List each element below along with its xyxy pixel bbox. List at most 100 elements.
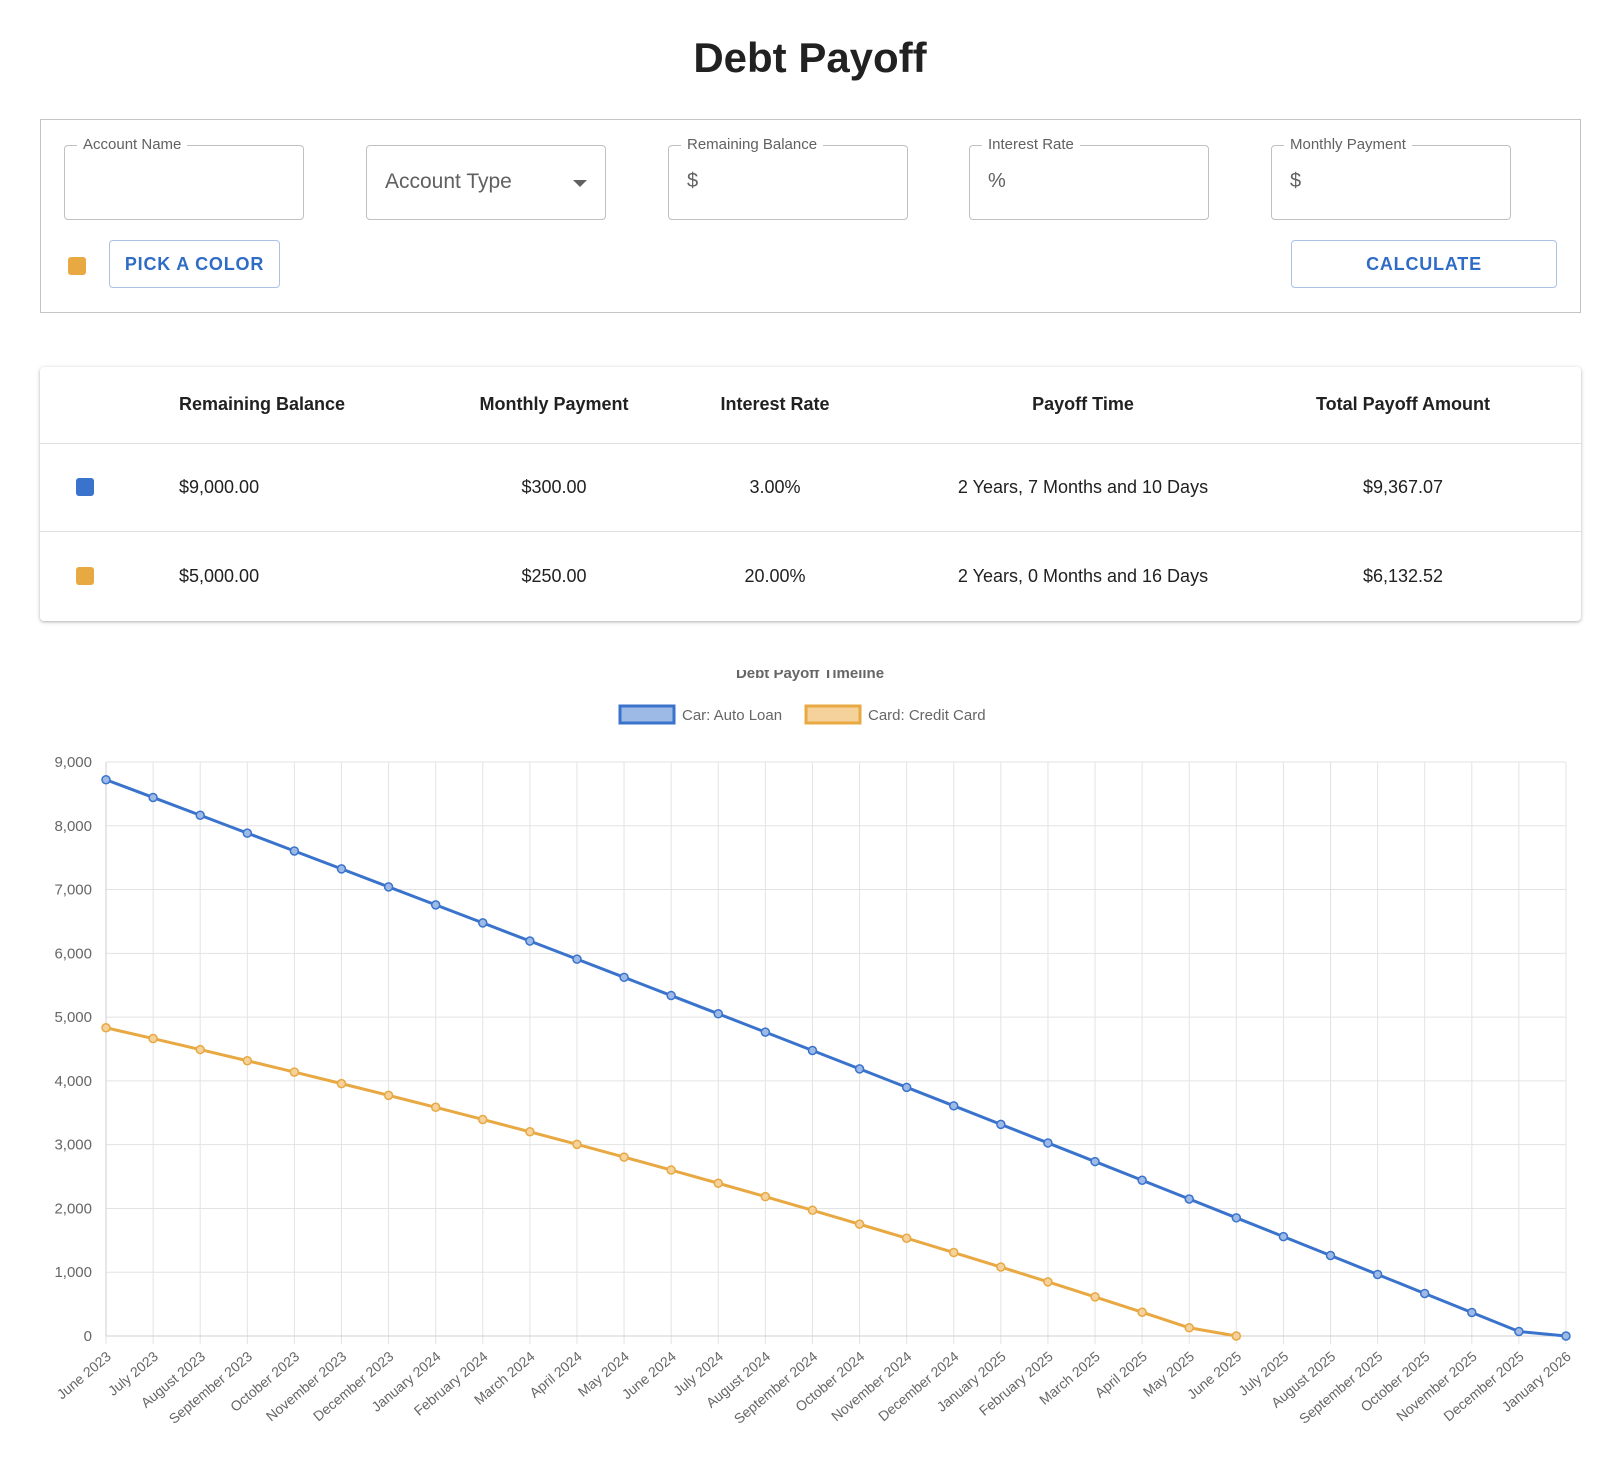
data-point-1 (289, 1067, 300, 1077)
data-point-0 (242, 828, 253, 838)
data-point-1 (383, 1090, 394, 1101)
debts-table: Remaining Balance Monthly Payment Intere… (40, 367, 1581, 621)
data-point-1 (242, 1055, 253, 1066)
pick-color-button[interactable]: PICK A COLOR (109, 240, 280, 288)
legend-swatch-0 (618, 704, 676, 725)
dollar-prefix: $ (687, 170, 699, 192)
row-color-swatch (76, 478, 94, 496)
cell-remaining-balance: $9,000.00 (179, 477, 260, 497)
data-point-0 (666, 990, 676, 1001)
account-name-label: Account Name (77, 136, 188, 153)
data-point-1 (619, 1152, 629, 1162)
data-point-0 (1231, 1213, 1242, 1223)
cell-payoff-time: 2 Years, 0 Months and 16 Days (957, 566, 1209, 586)
account-name-field[interactable]: Account Name (64, 136, 304, 220)
data-point-1 (948, 1247, 959, 1258)
data-point-0 (1137, 1175, 1147, 1186)
data-point-1 (854, 1219, 865, 1229)
cell-interest-rate: 20.00% (744, 566, 806, 586)
row-color-swatch (76, 567, 94, 585)
row-divider (40, 443, 1581, 444)
cell-total-payoff-amount: $6,132.52 (1362, 566, 1444, 586)
data-point-0 (289, 846, 300, 856)
interest-rate-label: Interest Rate (982, 136, 1080, 153)
data-point-0 (195, 810, 205, 821)
monthly-payment-label: Monthly Payment (1284, 136, 1412, 153)
data-point-1 (996, 1262, 1006, 1272)
debt-payoff-timeline-chart: Debt Payoff Timeline 0 1,000 2,000 3,000 4,00… (54, 670, 1575, 1427)
column-header-payoff-time: Payoff Time (1032, 394, 1134, 414)
data-point-0 (383, 882, 394, 892)
column-header-remaining-balance: Remaining Balance (179, 394, 346, 414)
row-divider (40, 531, 1581, 532)
data-point-1 (195, 1044, 205, 1055)
data-point-0 (1278, 1231, 1289, 1242)
data-point-1 (1184, 1323, 1194, 1333)
y-tick-label: 8,000 (54, 818, 92, 835)
dollar-prefix: $ (1290, 170, 1302, 192)
legend-swatch-1 (804, 704, 862, 725)
column-header-interest-rate: Interest Rate (720, 394, 830, 414)
y-tick-label: 0 (84, 1328, 92, 1345)
x-tick-label: November 2025 (1393, 1348, 1480, 1424)
data-point-0 (1467, 1307, 1477, 1318)
dropdown-arrow-icon (573, 180, 587, 187)
data-point-1 (807, 1205, 818, 1216)
calculate-button[interactable]: CALCULATE (1291, 240, 1557, 288)
data-point-0 (807, 1045, 818, 1056)
cell-remaining-balance: $5,000.00 (179, 566, 260, 586)
data-point-1 (1043, 1277, 1053, 1287)
color-swatch (68, 257, 86, 275)
data-point-0 (572, 954, 582, 964)
data-point-1 (901, 1233, 912, 1243)
percent-prefix: % (988, 170, 1006, 192)
monthly-payment-field[interactable]: Monthly Payment $ (1271, 136, 1511, 220)
data-point-0 (148, 792, 158, 803)
interest-rate-field[interactable]: Interest Rate % (969, 136, 1209, 220)
data-point-1 (336, 1078, 347, 1089)
x-tick-label: September 2024 (731, 1348, 821, 1427)
account-type-select[interactable]: Account Type (366, 145, 606, 220)
x-tick-label: December 2025 (1440, 1348, 1527, 1424)
cell-total-payoff-amount: $9,367.07 (1362, 477, 1444, 497)
data-point-0 (525, 936, 535, 946)
data-point-1 (713, 1178, 724, 1189)
x-tick-label: November 2024 (828, 1348, 915, 1424)
column-header-total-payoff-amount: Total Payoff Amount (1316, 394, 1490, 414)
data-point-1 (101, 1023, 111, 1033)
y-tick-label: 3,000 (54, 1137, 92, 1154)
page-title: Debt Payoff (693, 34, 927, 81)
data-point-0 (478, 918, 488, 928)
y-tick-label: 1,000 (54, 1264, 92, 1281)
x-tick-label: September 2023 (166, 1348, 256, 1427)
data-point-0 (430, 900, 441, 910)
chart-title: Debt Payoff Timeline (736, 670, 884, 682)
cell-interest-rate: 3.00% (749, 477, 801, 497)
data-point-0 (1561, 1331, 1571, 1341)
data-point-1 (666, 1165, 676, 1175)
y-tick-label: 9,000 (54, 754, 92, 771)
data-point-0 (101, 774, 111, 785)
y-tick-label: 2,000 (54, 1200, 92, 1217)
x-tick-label: December 2024 (875, 1348, 962, 1424)
legend-label-0: Car: Auto Loan (682, 707, 782, 724)
series-line-0 (105, 778, 1567, 1338)
data-point-0 (948, 1101, 959, 1111)
data-point-0 (1325, 1250, 1336, 1261)
x-tick-label: September 2025 (1296, 1348, 1386, 1427)
data-point-1 (1137, 1307, 1147, 1317)
account-type-placeholder: Account Type (385, 170, 512, 193)
data-point-0 (760, 1027, 771, 1037)
data-point-0 (713, 1009, 724, 1019)
data-point-0 (1184, 1194, 1194, 1204)
data-point-0 (1514, 1326, 1524, 1337)
remaining-balance-label: Remaining Balance (681, 136, 824, 153)
remaining-balance-field[interactable]: Remaining Balance $ (668, 136, 908, 220)
data-point-0 (1043, 1138, 1053, 1148)
data-point-1 (148, 1033, 158, 1044)
data-point-1 (760, 1191, 771, 1202)
y-tick-label: 4,000 (54, 1073, 92, 1090)
data-point-1 (478, 1114, 488, 1125)
data-point-0 (901, 1082, 912, 1093)
data-point-1 (430, 1102, 441, 1113)
